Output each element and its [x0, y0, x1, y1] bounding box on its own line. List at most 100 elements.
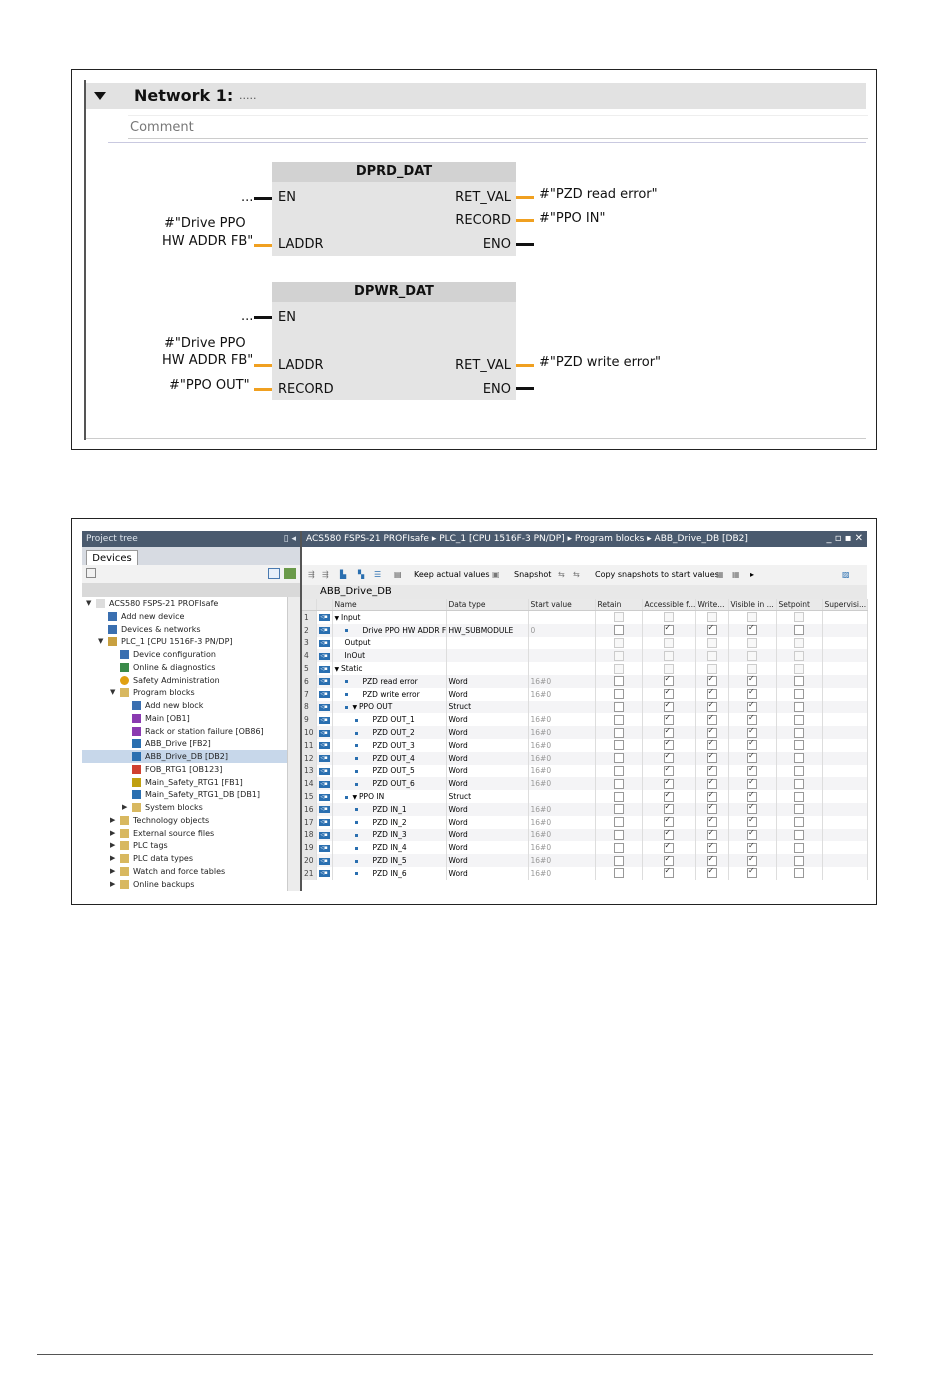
expand-arrow-icon[interactable]: ▼ [86, 597, 91, 610]
start-value-cell[interactable]: 16#0 [528, 815, 596, 829]
name-cell[interactable]: PZD IN_6 [332, 866, 447, 880]
setpoint-cell[interactable] [776, 764, 823, 778]
write-cell[interactable] [695, 623, 729, 637]
data-type-cell[interactable]: Word [446, 866, 529, 880]
collapse-arrow-icon[interactable]: ▶ [110, 814, 115, 827]
project-view-icon[interactable] [284, 568, 296, 579]
tree-item[interactable]: Online & diagnostics [82, 661, 287, 674]
retain-cell[interactable] [595, 726, 643, 739]
table-row[interactable]: 7 ◁▪ PZD write error Word 16#0 [302, 687, 868, 701]
accessible-cell[interactable] [642, 815, 696, 829]
start-value-cell[interactable] [528, 662, 596, 675]
name-cell[interactable]: ▼ Input [332, 610, 447, 624]
checkbox[interactable] [747, 790, 757, 802]
name-cell[interactable]: PZD IN_1 [332, 802, 447, 816]
data-type-cell[interactable]: Word [446, 738, 529, 752]
data-type-cell[interactable] [446, 636, 529, 650]
setpoint-cell[interactable] [776, 866, 823, 880]
name-cell[interactable]: PZD OUT_4 [332, 751, 447, 765]
col-start-value[interactable]: Start value [528, 599, 596, 611]
start-value-cell[interactable] [528, 649, 596, 663]
visible-cell[interactable] [728, 662, 777, 675]
checkbox[interactable] [794, 727, 804, 738]
retain-cell[interactable] [595, 828, 643, 842]
visible-cell[interactable] [728, 815, 777, 829]
retain-cell[interactable] [595, 802, 643, 816]
checkbox[interactable] [706, 841, 717, 853]
supervision-cell[interactable] [822, 674, 868, 688]
table-row[interactable]: 5 ◁▪ ▼ Static [302, 662, 868, 675]
name-cell[interactable]: PZD IN_3 [332, 828, 447, 842]
table-row[interactable]: 20 ◁▪ PZD IN_5 Word 16#0 [302, 854, 868, 867]
start-value-cell[interactable]: 16#0 [528, 802, 596, 816]
checkbox[interactable] [794, 625, 804, 636]
visible-cell[interactable] [728, 700, 777, 714]
data-type-cell[interactable]: HW_SUBMODULE [446, 623, 529, 637]
checkbox[interactable] [613, 714, 624, 725]
visible-cell[interactable] [728, 674, 777, 688]
checkbox[interactable] [794, 714, 804, 725]
checkbox[interactable] [706, 675, 717, 687]
network-title-placeholder[interactable]: ..... [239, 89, 256, 102]
supervision-cell[interactable] [822, 700, 868, 714]
checkbox[interactable] [794, 689, 804, 700]
tree-item[interactable]: Main_Safety_RTG1 [FB1] [82, 776, 287, 789]
checkbox[interactable] [747, 688, 757, 700]
table-row[interactable]: 9 ◁▪ PZD OUT_1 Word 16#0 [302, 713, 868, 727]
name-cell[interactable]: PZD OUT_2 [332, 726, 447, 739]
name-cell[interactable]: PZD OUT_6 [332, 777, 447, 791]
checkbox[interactable] [794, 868, 804, 879]
checkbox[interactable] [706, 650, 717, 661]
checkbox[interactable] [613, 804, 624, 815]
overview-icon[interactable] [268, 568, 280, 579]
checkbox[interactable] [613, 689, 624, 700]
setpoint-cell[interactable] [776, 713, 823, 727]
checkbox[interactable] [706, 829, 717, 840]
checkbox[interactable] [706, 701, 717, 712]
name-cell[interactable]: PZD OUT_5 [332, 764, 447, 778]
tree-item[interactable]: ABB_Drive [FB2] [82, 737, 287, 750]
checkbox[interactable] [663, 612, 674, 623]
collapse-arrow-icon[interactable]: ▶ [110, 865, 115, 878]
supervision-cell[interactable] [822, 623, 868, 637]
col-data-type[interactable]: Data type [446, 599, 529, 611]
visible-cell[interactable] [728, 636, 777, 650]
tree-item[interactable]: Main [OB1] [82, 712, 287, 725]
retain-cell[interactable] [595, 764, 643, 778]
start-value-cell[interactable]: 16#0 [528, 854, 596, 867]
supervision-cell[interactable] [822, 713, 868, 727]
visible-cell[interactable] [728, 802, 777, 816]
table-row[interactable]: 13 ◁▪ PZD OUT_5 Word 16#0 [302, 764, 868, 778]
checkbox[interactable] [613, 817, 624, 828]
table-row[interactable]: 3 ◁▪ Output [302, 636, 868, 650]
snapshot-button[interactable]: Snapshot [514, 565, 551, 585]
checkbox[interactable] [794, 842, 804, 853]
retain-cell[interactable] [595, 662, 643, 675]
visible-cell[interactable] [728, 854, 777, 867]
operand-record[interactable]: #"PPO IN" [539, 211, 605, 226]
supervision-cell[interactable] [822, 802, 868, 816]
supervision-cell[interactable] [822, 738, 868, 752]
checkbox[interactable] [747, 650, 757, 661]
setpoint-cell[interactable] [776, 790, 823, 803]
name-cell[interactable]: InOut [332, 649, 447, 663]
accessible-cell[interactable] [642, 687, 696, 701]
start-value-cell[interactable] [528, 610, 596, 624]
checkbox[interactable] [747, 777, 757, 789]
retain-cell[interactable] [595, 790, 643, 803]
checkbox[interactable] [613, 625, 624, 636]
operand-ret-val[interactable]: #"PZD write error" [539, 355, 661, 370]
supervision-cell[interactable] [822, 777, 868, 791]
start-value-cell[interactable]: 16#0 [528, 828, 596, 842]
col-name[interactable]: Name [332, 599, 447, 611]
supervision-cell[interactable] [822, 751, 868, 765]
checkbox[interactable] [706, 612, 717, 623]
col-write[interactable]: Write... [695, 599, 729, 611]
write-cell[interactable] [695, 751, 729, 765]
checkbox[interactable] [663, 650, 674, 661]
retain-cell[interactable] [595, 854, 643, 867]
checkbox[interactable] [706, 816, 717, 828]
copy-snapshots-button[interactable]: Copy snapshots to start values [595, 565, 719, 585]
snapshot-icon[interactable]: ▣ [492, 565, 500, 585]
name-cell[interactable]: Output [332, 636, 447, 650]
